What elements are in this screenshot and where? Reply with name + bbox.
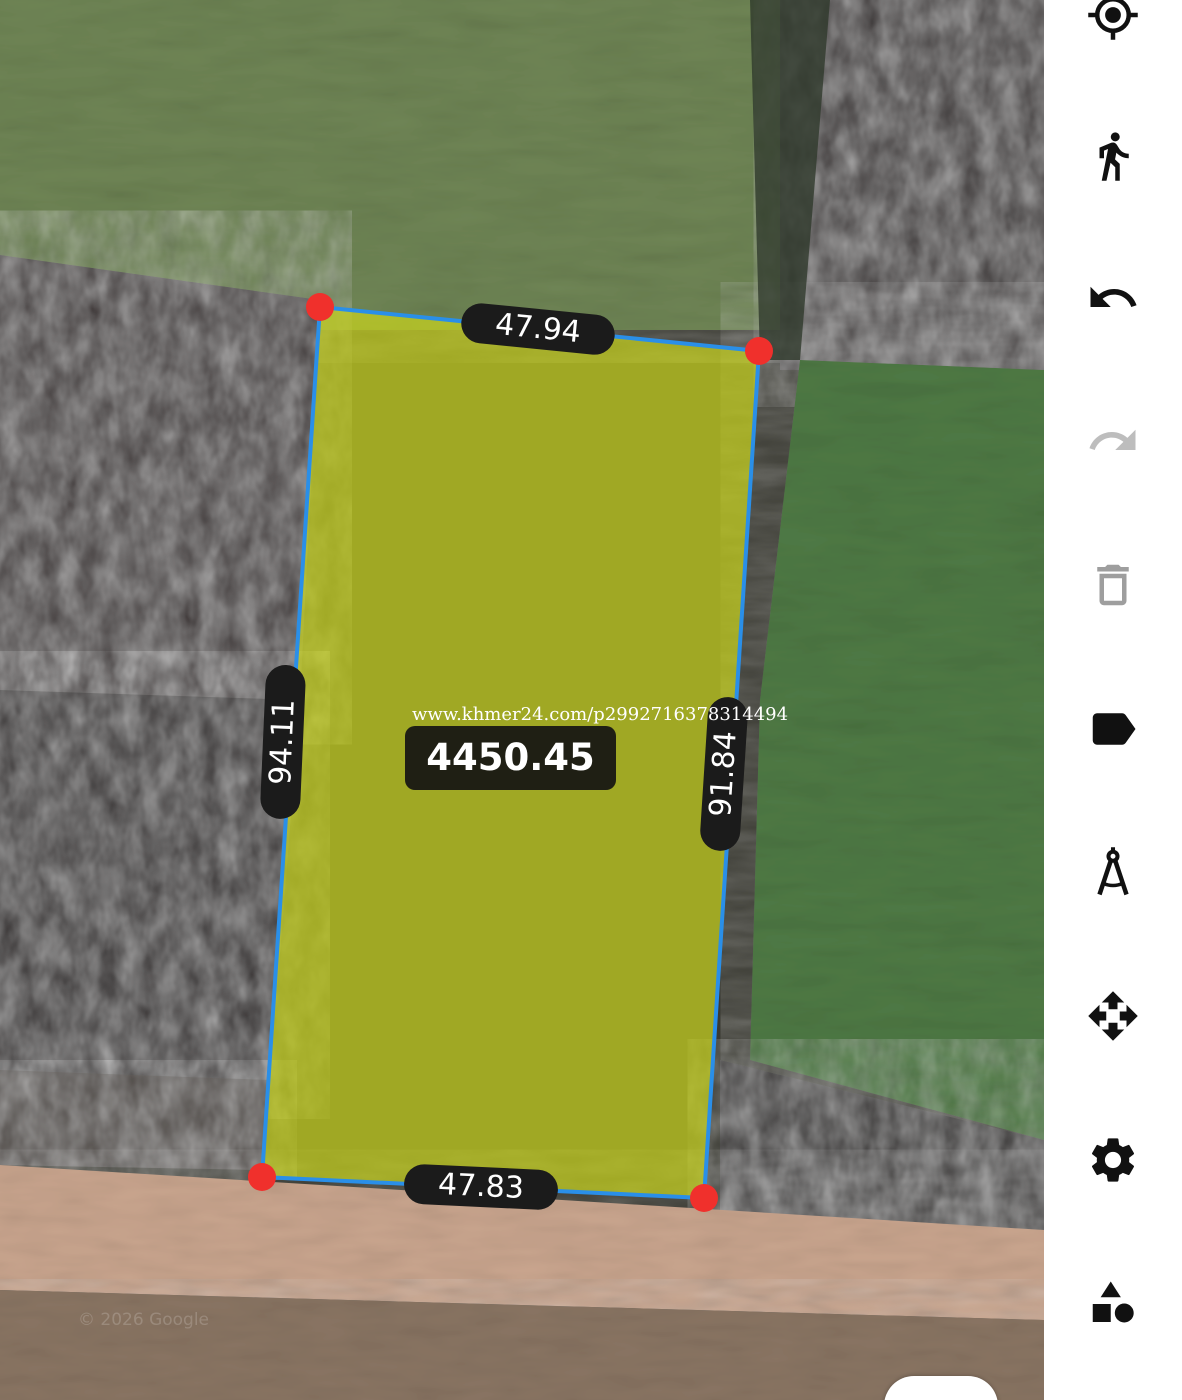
redo-icon	[1089, 429, 1136, 450]
satellite-map[interactable]: 47.94 47.83 94.11 91.84 4450.45 www.khme…	[0, 0, 1044, 1400]
vertex-handle[interactable]	[306, 293, 334, 321]
shapes-button[interactable]	[1079, 1270, 1147, 1338]
walking-person-icon	[1099, 132, 1129, 181]
undo-button[interactable]	[1079, 264, 1147, 332]
label-button[interactable]	[1079, 695, 1147, 763]
vertex-handle[interactable]	[690, 1184, 718, 1212]
watermark-text: www.khmer24.com/p2992716378314494	[412, 704, 789, 725]
walk-mode-button[interactable]	[1079, 122, 1147, 190]
field-left-lower	[0, 690, 300, 1080]
vertex-handle[interactable]	[745, 337, 773, 365]
field-right	[750, 360, 1044, 1140]
edge-length-left: 94.11	[259, 664, 307, 820]
compass-tool-icon	[1097, 847, 1129, 896]
vertex-handle[interactable]	[248, 1163, 276, 1191]
move-arrows-icon	[1088, 991, 1138, 1041]
redo-button[interactable]	[1079, 407, 1147, 475]
delete-button[interactable]	[1079, 551, 1147, 619]
edge-length-bottom: 47.83	[403, 1163, 559, 1211]
my-location-icon	[1088, 0, 1138, 40]
label-tag-icon	[1092, 713, 1136, 745]
floating-action-button[interactable]	[884, 1376, 998, 1400]
shapes-icon	[1092, 1281, 1134, 1323]
field-left-strip	[0, 1070, 270, 1170]
field-left-upper	[0, 255, 320, 700]
settings-gear-icon	[1091, 1138, 1135, 1182]
delete-icon	[1097, 564, 1129, 606]
app: 47.94 47.83 94.11 91.84 4450.45 www.khme…	[0, 0, 1182, 1400]
move-button[interactable]	[1079, 982, 1147, 1050]
area-label: 4450.45	[405, 726, 616, 790]
undo-icon	[1090, 286, 1137, 307]
measure-tool-button[interactable]	[1079, 838, 1147, 906]
tool-sidebar	[1044, 0, 1182, 1400]
map-attribution: © 2026 Google	[78, 1310, 210, 1330]
my-location-button[interactable]	[1079, 0, 1147, 49]
settings-button[interactable]	[1079, 1126, 1147, 1194]
